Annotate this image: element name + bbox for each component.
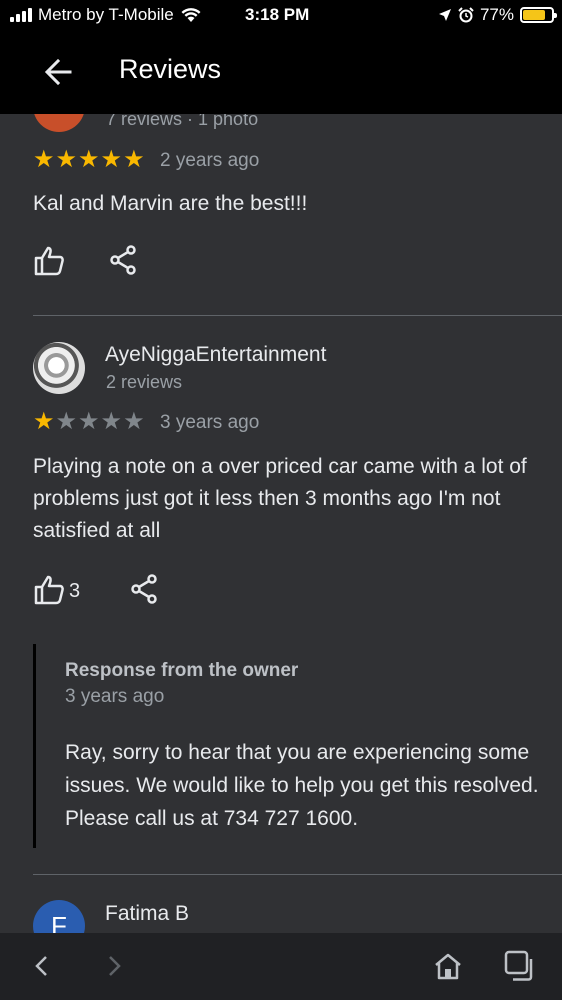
star-icon: ★ (33, 408, 55, 435)
share-button[interactable] (107, 243, 141, 277)
back-nav-button[interactable] (25, 949, 59, 983)
share-icon (131, 574, 157, 604)
response-date: 3 years ago (65, 686, 165, 707)
wifi-icon (181, 8, 201, 22)
star-icon: ★ (55, 408, 78, 435)
carrier-label: Metro by T-Mobile (38, 5, 174, 24)
browser-toolbar (0, 933, 562, 1000)
forward-nav-button[interactable] (97, 949, 131, 983)
signal-icon (10, 8, 32, 22)
home-button[interactable] (431, 949, 465, 983)
like-button[interactable] (33, 573, 67, 607)
star-icon: ★ (78, 146, 100, 173)
star-rating: ★ ★ ★ ★ ★ (33, 148, 145, 172)
review-date: 3 years ago (160, 412, 260, 433)
response-text: Ray, sorry to hear that you are experien… (65, 741, 539, 830)
app-bar: Reviews (0, 30, 562, 114)
divider (33, 874, 562, 875)
star-icon: ★ (100, 408, 123, 435)
avatar[interactable]: F (33, 900, 85, 933)
thumbs-up-icon (34, 575, 64, 605)
clock: 3:18 PM (245, 5, 310, 24)
location-arrow-icon (438, 9, 451, 21)
star-icon: ★ (123, 146, 145, 173)
chevron-right-icon (109, 956, 121, 976)
reviewer-name[interactable]: Fatima B (105, 902, 189, 926)
arrow-left-icon (44, 58, 72, 86)
star-icon: ★ (33, 146, 55, 173)
back-button[interactable] (40, 52, 80, 92)
reviews-list[interactable]: 7 reviews · 1 photo ★ ★ ★ ★ ★ 2 years ag… (0, 30, 562, 933)
star-icon: ★ (100, 146, 123, 173)
response-title: Response from the owner (65, 660, 299, 681)
owner-response: Response from the owner 3 years ago Ray,… (33, 644, 562, 848)
review-text: Playing a note on a over priced car came… (33, 455, 527, 542)
tabs-button[interactable] (503, 949, 537, 983)
review-text: Kal and Marvin are the best!!! (33, 192, 308, 215)
battery-icon (520, 7, 557, 23)
review-date: 2 years ago (160, 150, 260, 171)
status-bar: Metro by T-Mobile 3:18 PM 77% (0, 0, 562, 30)
star-rating: ★ ★ ★ ★ ★ (33, 410, 145, 434)
like-count: 3 (69, 580, 81, 602)
star-icon: ★ (78, 408, 100, 435)
alarm-icon (458, 7, 474, 23)
avatar[interactable] (33, 342, 85, 394)
share-icon (110, 245, 136, 275)
like-button[interactable] (33, 244, 67, 278)
tabs-icon (504, 950, 533, 981)
thumbs-up-icon (34, 246, 64, 276)
chevron-left-icon (35, 956, 47, 976)
divider (33, 315, 562, 316)
star-icon: ★ (123, 408, 145, 435)
reviewer-name[interactable]: AyeNiggaEntertainment (105, 343, 326, 367)
page-title: Reviews (119, 54, 222, 84)
share-button[interactable] (128, 572, 162, 606)
home-icon (435, 953, 461, 980)
battery-percent: 77% (479, 5, 514, 24)
reviewer-meta: 2 reviews (106, 372, 183, 392)
star-icon: ★ (55, 146, 78, 173)
